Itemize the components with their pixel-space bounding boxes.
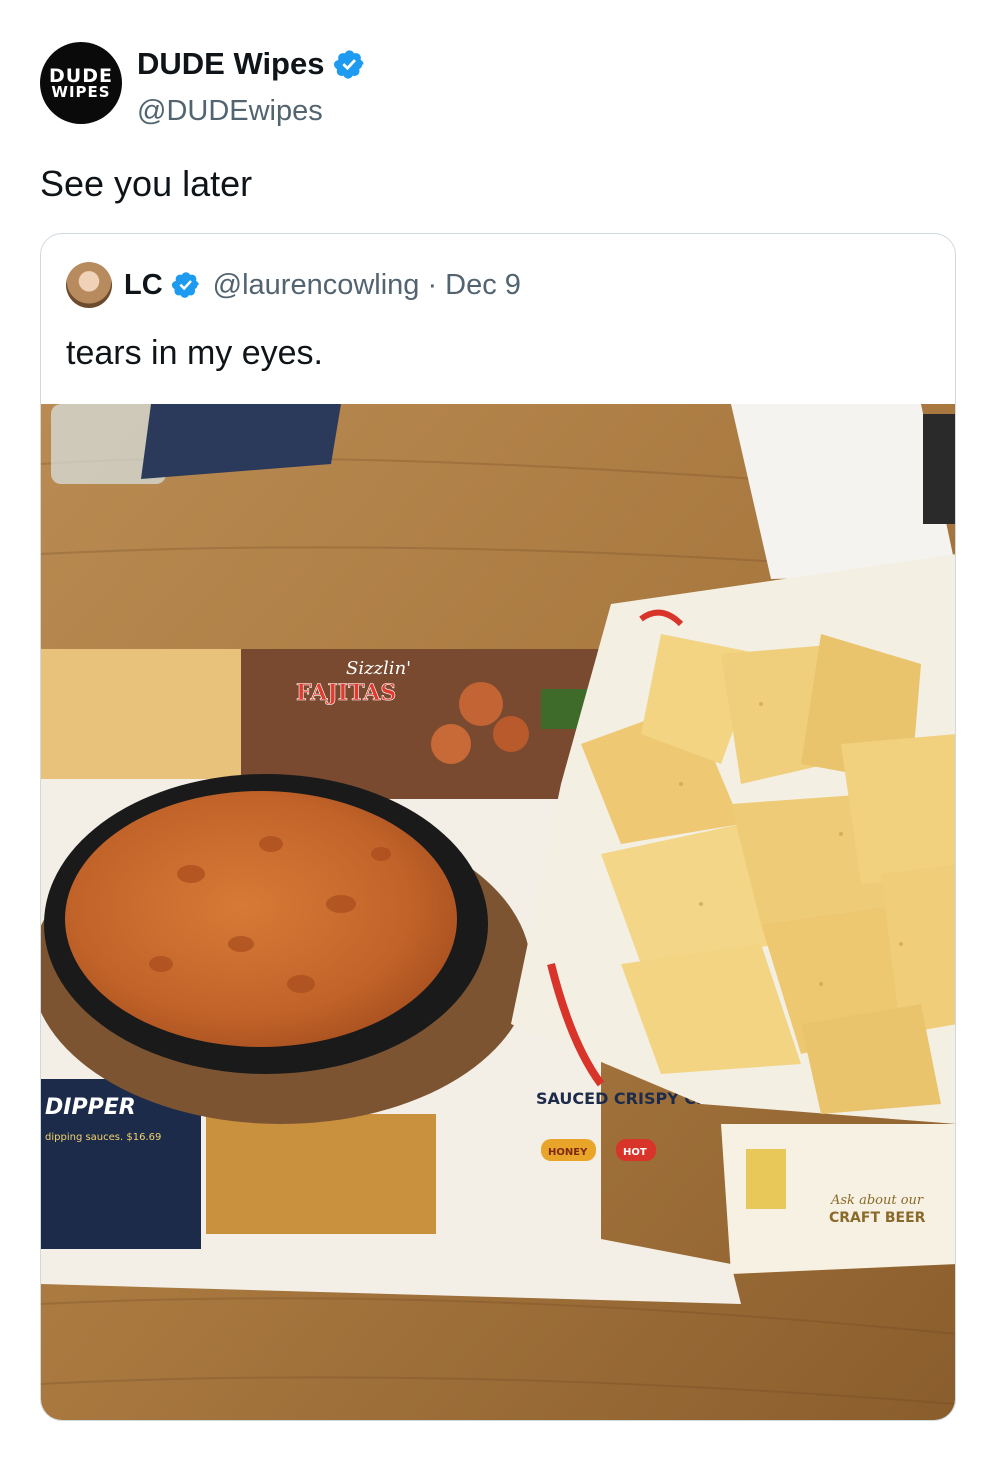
crispers-photo bbox=[206, 1114, 436, 1234]
avatar-logo-text-2: WIPES bbox=[51, 82, 111, 101]
author-handle[interactable]: @DUDEwipes bbox=[137, 95, 323, 128]
tweet: DUDE WIPES DUDE Wipes @DUDEwipes See you… bbox=[0, 0, 996, 1464]
dot-separator: · bbox=[427, 268, 438, 301]
quoted-tweet-header: LC @laurencowling · Dec 9 bbox=[66, 262, 521, 308]
utensil-handle bbox=[923, 414, 955, 524]
honey-label: HONEY bbox=[548, 1147, 588, 1158]
author-name-row: DUDE Wipes bbox=[137, 46, 366, 82]
chili-queso bbox=[65, 791, 457, 1047]
quoted-author-avatar[interactable] bbox=[66, 262, 112, 308]
author-avatar[interactable]: DUDE WIPES bbox=[40, 42, 122, 124]
dipper-subtitle: dipping sauces. $16.69 bbox=[45, 1132, 161, 1143]
craft-beer-text: CRAFT BEER bbox=[829, 1210, 926, 1226]
ask-text: Ask about our bbox=[830, 1193, 924, 1208]
fajitas-title: FAJITAS bbox=[296, 680, 396, 706]
quoted-author-name[interactable]: LC bbox=[124, 269, 163, 302]
fajitas-script: Sizzlin' bbox=[346, 658, 411, 679]
hot-label: HOT bbox=[623, 1147, 647, 1158]
quoted-tweet-photo[interactable]: Sizzlin' FAJITAS DIPPER dipping sauces. … bbox=[41, 404, 955, 1420]
photo-illustration: Sizzlin' FAJITAS DIPPER dipping sauces. … bbox=[41, 404, 955, 1420]
verified-badge-icon bbox=[334, 49, 365, 79]
tweet-text: See you later bbox=[40, 163, 253, 204]
quoted-tweet-card[interactable]: LC @laurencowling · Dec 9 tears in my ey… bbox=[40, 233, 956, 1421]
quoted-author-handle[interactable]: @laurencowling bbox=[213, 269, 420, 302]
verified-badge-icon bbox=[171, 272, 199, 298]
quoted-tweet-text: tears in my eyes. bbox=[66, 334, 323, 372]
author-display-name[interactable]: DUDE Wipes bbox=[137, 46, 324, 82]
quoted-tweet-date[interactable]: Dec 9 bbox=[445, 269, 521, 302]
dipper-title: DIPPER bbox=[45, 1095, 136, 1120]
menu-photo-left bbox=[41, 649, 241, 779]
